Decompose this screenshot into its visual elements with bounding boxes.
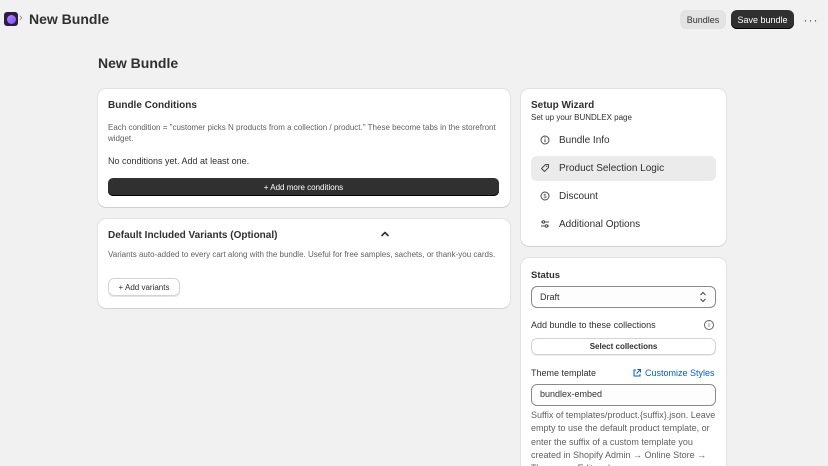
add-more-conditions-button[interactable]: + Add more conditions [108, 178, 499, 196]
wizard-item-product-selection-logic[interactable]: Product Selection Logic [531, 156, 716, 181]
status-select-value: Draft [540, 292, 560, 302]
bundle-conditions-card: Bundle Conditions Each condition = "cust… [98, 89, 510, 207]
wizard-subtitle: Set up your BUNDLEX page [531, 113, 632, 122]
theme-template-label: Theme template [531, 368, 597, 378]
wizard-item-label: Bundle Info [559, 135, 610, 146]
discount-icon: $ [531, 191, 559, 203]
theme-template-help-text: Suffix of templates/product.{suffix}.jso… [531, 410, 716, 466]
select-collections-button[interactable]: Select collections [531, 338, 716, 355]
wizard-item-discount[interactable]: $ Discount [531, 184, 716, 209]
save-bundle-button[interactable]: Save bundle [731, 10, 794, 29]
chevron-up-icon[interactable] [380, 229, 390, 242]
info-icon [531, 135, 559, 147]
external-link-icon [633, 369, 641, 377]
conditions-title: Bundle Conditions [108, 100, 197, 111]
conditions-empty-text: No conditions yet. Add at least one. [108, 156, 250, 166]
more-actions-icon[interactable]: ··· [803, 10, 819, 29]
status-select[interactable]: Draft [531, 286, 716, 308]
sliders-icon [531, 219, 559, 231]
select-arrows-icon [699, 290, 707, 305]
page-title: New Bundle [98, 55, 179, 71]
wizard-item-label: Additional Options [559, 219, 641, 230]
wizard-item-additional-options[interactable]: Additional Options [531, 212, 716, 237]
app-logo-icon[interactable] [4, 12, 18, 26]
status-label: Status [531, 270, 561, 281]
svg-text:$: $ [543, 193, 547, 200]
top-bar-title: New Bundle [29, 11, 110, 27]
bundles-button[interactable]: Bundles [680, 10, 726, 29]
variants-title: Default Included Variants (Optional) [108, 230, 278, 241]
wizard-item-bundle-info[interactable]: Bundle Info [531, 128, 716, 153]
collections-label: Add bundle to these collections [531, 320, 656, 330]
top-bar: › New Bundle Bundles Save bundle ··· [0, 0, 828, 38]
setup-wizard-card: Setup Wizard Set up your BUNDLEX page Bu… [521, 89, 726, 246]
conditions-description: Each condition = "customer picks N produ… [108, 123, 496, 143]
status-settings-card: Status Draft Add bundle to these collect… [521, 258, 726, 466]
tag-icon [531, 163, 559, 175]
default-variants-card: Default Included Variants (Optional) Var… [98, 219, 510, 308]
theme-template-input[interactable] [540, 389, 708, 399]
customize-styles-link[interactable]: Customize Styles [632, 368, 715, 378]
wizard-item-label: Product Selection Logic [559, 163, 665, 174]
theme-template-field[interactable] [531, 384, 716, 406]
customize-styles-label: Customize Styles [645, 368, 715, 378]
breadcrumb-chevron-icon: › [19, 12, 23, 24]
add-variants-button[interactable]: + Add variants [108, 278, 180, 296]
collections-info-icon[interactable]: i [704, 320, 714, 330]
wizard-item-label: Discount [559, 191, 598, 202]
variants-description: Variants auto-added to every cart along … [108, 250, 496, 259]
wizard-title: Setup Wizard [531, 100, 595, 111]
